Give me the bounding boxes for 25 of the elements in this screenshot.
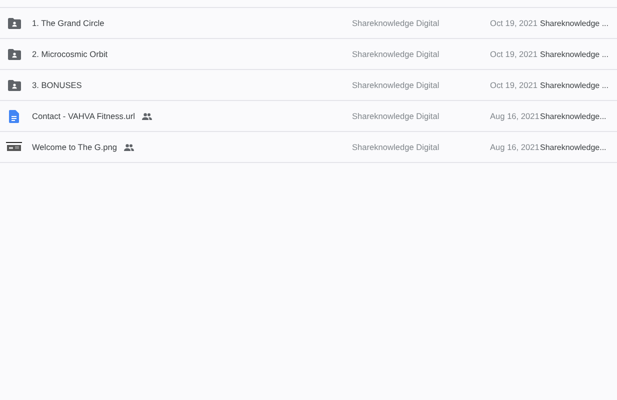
- owner-name: Shareknowledge Digital: [352, 142, 440, 152]
- image-thumbnail-icon: [6, 142, 22, 152]
- modified-by: Shareknowledge...: [540, 142, 606, 152]
- folder-icon: [6, 18, 22, 28]
- modified-by: Shareknowledge...: [540, 112, 606, 120]
- owner-name: Shareknowledge Digital: [352, 49, 440, 59]
- owner-name: Shareknowledge Digital: [352, 80, 440, 90]
- modified-by: Shareknowledge ...: [540, 18, 608, 28]
- modified-date: Oct 19, 2021: [490, 80, 539, 90]
- owner-name: Shareknowledge Digital: [352, 111, 440, 121]
- modified-by: Shareknowledge ...: [540, 80, 608, 90]
- folder-icon: [6, 48, 22, 60]
- owner-name: Shareknowledge Digital: [352, 18, 440, 28]
- modified-date: Aug 16, 2021: [490, 142, 540, 152]
- file-name[interactable]: Welcome to The G.png: [32, 142, 118, 152]
- modified-date: Oct 19, 2021: [490, 18, 539, 28]
- file-name[interactable]: 1. The Grand Circle: [32, 18, 104, 28]
- document-icon: [6, 110, 22, 122]
- folder-icon: [6, 80, 22, 90]
- file-name[interactable]: 3. BONUSES: [32, 80, 82, 90]
- file-name[interactable]: 2. Microcosmic Orbit: [32, 49, 108, 59]
- file-name[interactable]: Contact - VAHVA Fitness.url: [32, 111, 135, 121]
- modified-date: Aug 16, 2021: [490, 111, 540, 121]
- modified-date: Oct 19, 2021: [490, 49, 539, 59]
- modified-by: Shareknowledge ...: [540, 50, 608, 58]
